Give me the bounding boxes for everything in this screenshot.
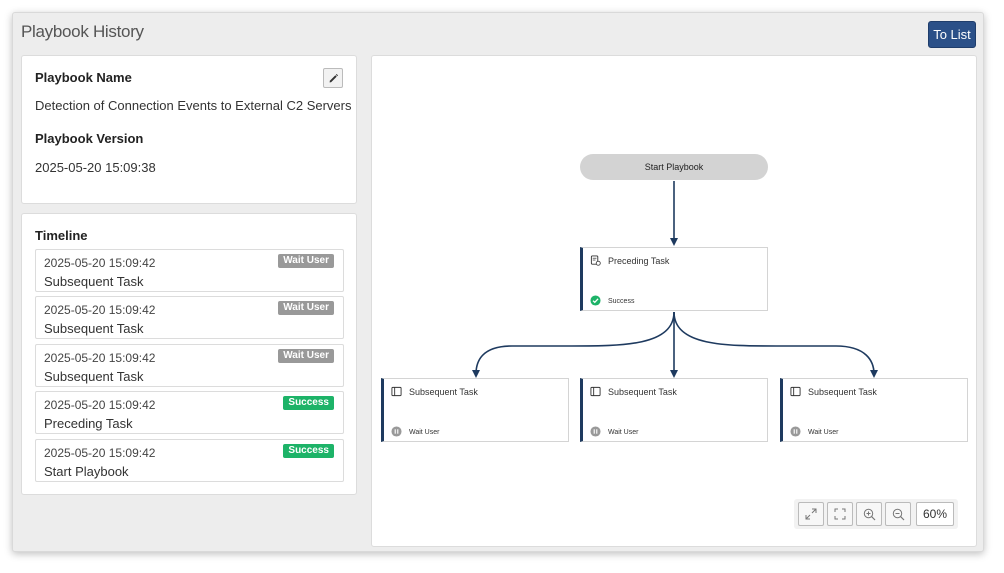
timeline-item-name: Subsequent Task xyxy=(44,274,144,289)
timeline-item-time: 2025-05-20 15:09:42 xyxy=(44,446,156,460)
pencil-icon xyxy=(329,73,338,82)
task-status: Success xyxy=(608,298,635,305)
playbook-name-value: Detection of Connection Events to Extern… xyxy=(35,98,352,113)
edge-preceding-to-subsequent-3 xyxy=(673,311,878,378)
status-badge: Wait User xyxy=(278,254,334,268)
manual-task-icon xyxy=(391,386,402,397)
task-status: Wait User xyxy=(409,429,440,436)
subsequent-task-node[interactable]: Subsequent Task Wait User xyxy=(580,378,768,442)
timeline-item-time: 2025-05-20 15:09:42 xyxy=(44,351,156,365)
playbook-history-window: Playbook History To List Playbook Name D… xyxy=(12,12,984,552)
pause-icon xyxy=(391,426,402,437)
status-badge: Success xyxy=(283,396,334,410)
playbook-version-value: 2025-05-20 15:09:38 xyxy=(35,160,156,175)
to-list-button[interactable]: To List xyxy=(928,21,976,48)
task-status: Wait User xyxy=(608,429,639,436)
zoom-out-button[interactable] xyxy=(885,502,911,526)
start-playbook-node[interactable]: Start Playbook xyxy=(580,154,768,180)
timeline-item-name: Subsequent Task xyxy=(44,321,144,336)
zoom-out-icon xyxy=(892,508,904,520)
timeline-item[interactable]: 2025-05-20 15:09:42 Success Preceding Ta… xyxy=(35,391,344,434)
zoom-in-icon xyxy=(863,508,875,520)
task-status: Wait User xyxy=(808,429,839,436)
task-title: Subsequent Task xyxy=(608,387,677,397)
task-title: Subsequent Task xyxy=(409,387,478,397)
script-task-icon xyxy=(590,255,601,266)
fullscreen-icon xyxy=(834,508,846,520)
status-badge: Wait User xyxy=(278,301,334,315)
manual-task-icon xyxy=(790,386,801,397)
zoom-controls: 60% xyxy=(794,499,958,529)
timeline-item[interactable]: 2025-05-20 15:09:42 Success Start Playbo… xyxy=(35,439,344,482)
timeline-item[interactable]: 2025-05-20 15:09:42 Wait User Subsequent… xyxy=(35,344,344,387)
playbook-info-card: Playbook Name Detection of Connection Ev… xyxy=(21,55,357,204)
subsequent-task-node[interactable]: Subsequent Task Wait User xyxy=(381,378,569,442)
expand-arrows-icon xyxy=(805,508,817,520)
timeline-item[interactable]: 2025-05-20 15:09:42 Wait User Subsequent… xyxy=(35,296,344,339)
task-title: Subsequent Task xyxy=(808,387,877,397)
zoom-in-button[interactable] xyxy=(856,502,882,526)
timeline-card: Timeline 2025-05-20 15:09:42 Wait User S… xyxy=(21,213,357,495)
timeline-item-time: 2025-05-20 15:09:42 xyxy=(44,256,156,270)
timeline-item-name: Subsequent Task xyxy=(44,369,144,384)
timeline-item-time: 2025-05-20 15:09:42 xyxy=(44,303,156,317)
pause-icon xyxy=(790,426,801,437)
page-title: Playbook History xyxy=(21,22,144,41)
timeline-item-time: 2025-05-20 15:09:42 xyxy=(44,398,156,412)
preceding-task-node[interactable]: Preceding Task Success xyxy=(580,247,768,311)
timeline-item[interactable]: 2025-05-20 15:09:42 Wait User Subsequent… xyxy=(35,249,344,292)
fullscreen-button[interactable] xyxy=(827,502,853,526)
edge-preceding-to-subsequent-1 xyxy=(472,311,675,378)
playbook-name-label: Playbook Name xyxy=(35,70,132,85)
fit-view-button[interactable] xyxy=(798,502,824,526)
playbook-version-label: Playbook Version xyxy=(35,131,144,146)
timeline-title: Timeline xyxy=(35,228,88,243)
timeline-item-name: Preceding Task xyxy=(44,416,133,431)
pause-icon xyxy=(590,426,601,437)
status-badge: Wait User xyxy=(278,349,334,363)
manual-task-icon xyxy=(590,386,601,397)
subsequent-task-node[interactable]: Subsequent Task Wait User xyxy=(780,378,968,442)
flow-diagram-canvas[interactable]: Start Playbook Preceding Task Success Su… xyxy=(371,55,977,547)
status-badge: Success xyxy=(283,444,334,458)
success-check-icon xyxy=(590,295,601,306)
task-title: Preceding Task xyxy=(608,256,670,266)
zoom-level: 60% xyxy=(916,502,954,526)
timeline-item-name: Start Playbook xyxy=(44,464,129,479)
edit-playbook-button[interactable] xyxy=(323,68,343,88)
